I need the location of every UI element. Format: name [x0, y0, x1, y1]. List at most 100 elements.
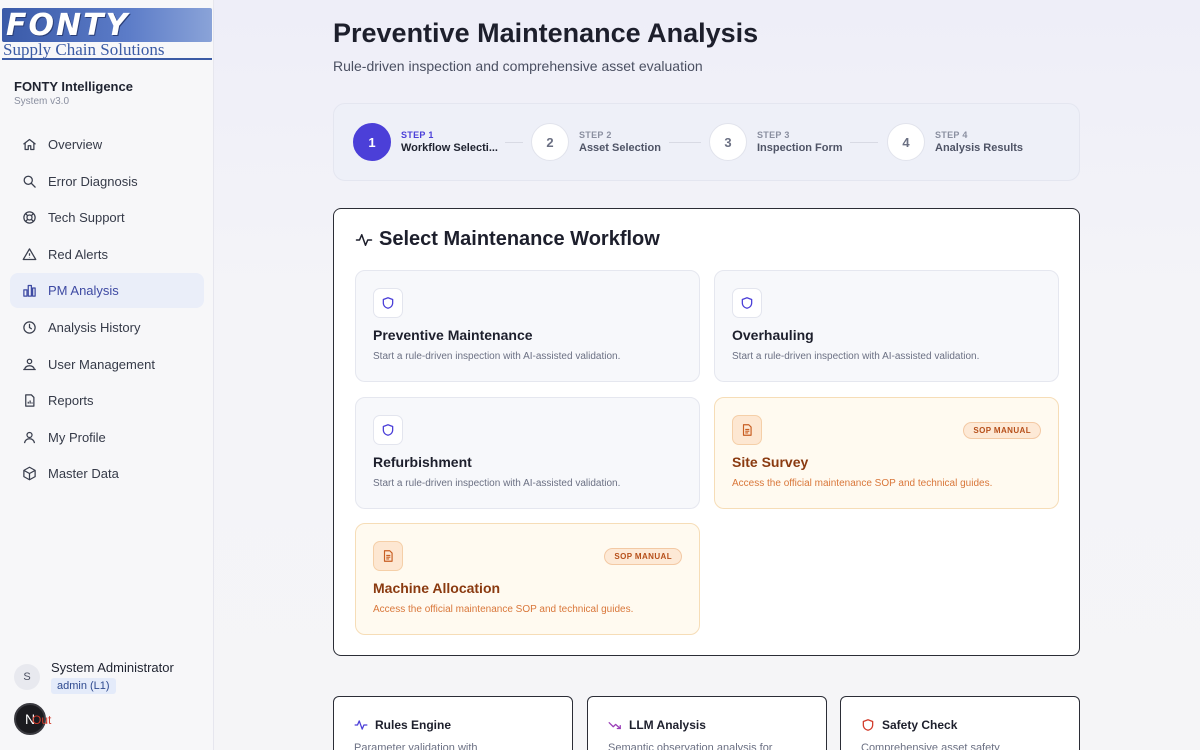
step-label: Asset Selection [579, 142, 661, 154]
shield-icon [861, 718, 875, 732]
feature-card-safety-check: Safety Check Comprehensive asset safety [840, 696, 1080, 750]
sidebar-item-label: Master Data [48, 466, 119, 482]
step-label: Inspection Form [757, 142, 843, 154]
logo-brand: FONTY [6, 7, 130, 43]
step-analysis-results[interactable]: 4 STEP 4 Analysis Results [887, 123, 1023, 161]
feature-card-llm-analysis: LLM Analysis Semantic observation analys… [587, 696, 827, 750]
sop-manual-badge: SOP MANUAL [963, 422, 1041, 439]
option-title: Machine Allocation [373, 580, 501, 596]
step-connector [850, 142, 878, 143]
activity-icon [355, 231, 373, 249]
stepper: 1 STEP 1 Workflow Selecti... 2 STEP 2 As… [333, 103, 1080, 181]
step-inspection-form[interactable]: 3 STEP 3 Inspection Form [709, 123, 843, 161]
bar-chart-icon [21, 283, 37, 299]
option-description: Access the official maintenance SOP and … [373, 604, 634, 615]
sidebar-item-label: Tech Support [48, 210, 125, 226]
sidebar-item-label: Red Alerts [48, 246, 108, 262]
sidebar-item-user-management[interactable]: User Management [10, 347, 204, 382]
page-title: Preventive Maintenance Analysis [333, 18, 759, 48]
sop-manual-badge: SOP MANUAL [604, 548, 682, 565]
step-number: 1 [353, 123, 391, 161]
page-subtitle: Rule-driven inspection and comprehensive… [333, 58, 703, 74]
shield-icon [373, 415, 403, 445]
option-title: Preventive Maintenance [373, 327, 533, 343]
shield-icon [732, 288, 762, 318]
option-title: Overhauling [732, 327, 814, 343]
logo-tagline: Supply Chain Solutions [2, 41, 212, 60]
sign-out-label: Out [32, 712, 52, 727]
step-kicker: STEP 1 [401, 130, 434, 140]
sidebar-item-label: Analysis History [48, 319, 141, 335]
support-icon [21, 210, 37, 226]
step-kicker: STEP 4 [935, 130, 968, 140]
section-title: Select Maintenance Workflow [379, 228, 660, 250]
option-title: Site Survey [732, 454, 809, 470]
step-workflow-selection[interactable]: 1 STEP 1 Workflow Selecti... [353, 123, 498, 161]
sidebar-item-tech-support[interactable]: Tech Support [10, 200, 204, 235]
workflow-option-preventive-maintenance[interactable]: Preventive Maintenance Start a rule-driv… [355, 270, 700, 382]
step-kicker: STEP 2 [579, 130, 612, 140]
sidebar-item-pm-analysis[interactable]: PM Analysis [10, 273, 204, 309]
feature-title: Rules Engine [375, 718, 452, 732]
option-title: Refurbishment [373, 454, 472, 470]
feature-description: Parameter validation with [354, 742, 478, 750]
home-icon [21, 137, 37, 153]
workflow-option-overhauling[interactable]: Overhauling Start a rule-driven inspecti… [714, 270, 1059, 382]
step-number: 4 [887, 123, 925, 161]
feature-description: Semantic observation analysis for [608, 742, 773, 750]
option-description: Start a rule-driven inspection with AI-a… [732, 351, 980, 362]
step-number: 2 [531, 123, 569, 161]
app-name: FONTY Intelligence [14, 79, 133, 94]
shield-icon [373, 288, 403, 318]
feature-title: Safety Check [882, 718, 958, 732]
step-connector [669, 142, 701, 143]
avatar[interactable]: S [14, 664, 40, 690]
box-icon [21, 466, 37, 482]
main-content: Preventive Maintenance Analysis Rule-dri… [214, 0, 1200, 750]
user-role-badge: admin (L1) [51, 678, 116, 694]
sidebar-item-overview[interactable]: Overview [10, 127, 204, 162]
sidebar-item-analysis-history[interactable]: Analysis History [10, 310, 204, 345]
sidebar: FONTY Supply Chain Solutions FONTY Intel… [0, 0, 214, 750]
option-description: Start a rule-driven inspection with AI-a… [373, 478, 621, 489]
user-name: System Administrator [51, 660, 174, 675]
sidebar-item-master-data[interactable]: Master Data [10, 456, 204, 491]
option-description: Start a rule-driven inspection with AI-a… [373, 351, 621, 362]
step-label: Workflow Selecti... [401, 142, 498, 154]
sidebar-item-label: Reports [48, 393, 94, 409]
trend-down-icon [608, 718, 622, 732]
sidebar-item-label: Error Diagnosis [48, 173, 138, 189]
feature-title: LLM Analysis [629, 718, 706, 732]
sidebar-item-red-alerts[interactable]: Red Alerts [10, 237, 204, 272]
sidebar-item-label: Overview [48, 137, 103, 152]
search-icon [21, 173, 37, 189]
clock-icon [21, 319, 37, 335]
step-connector [505, 142, 523, 143]
document-icon [373, 541, 403, 571]
workflow-selection-card: Select Maintenance Workflow Preventive M… [333, 208, 1080, 656]
step-kicker: STEP 3 [757, 130, 790, 140]
company-logo[interactable]: FONTY Supply Chain Solutions [2, 8, 212, 64]
sidebar-item-label: PM Analysis [48, 283, 119, 299]
report-icon [21, 393, 37, 409]
sidebar-item-error-diagnosis[interactable]: Error Diagnosis [10, 164, 204, 199]
option-description: Access the official maintenance SOP and … [732, 478, 993, 489]
app-version: System v3.0 [14, 96, 70, 107]
workflow-option-machine-allocation[interactable]: SOP MANUAL Machine Allocation Access the… [355, 523, 700, 635]
sidebar-item-reports[interactable]: Reports [10, 383, 204, 418]
activity-icon [354, 718, 368, 732]
alert-triangle-icon [21, 246, 37, 262]
workflow-option-refurbishment[interactable]: Refurbishment Start a rule-driven inspec… [355, 397, 700, 509]
document-icon [732, 415, 762, 445]
workflow-option-site-survey[interactable]: SOP MANUAL Site Survey Access the offici… [714, 397, 1059, 509]
step-label: Analysis Results [935, 142, 1024, 154]
sidebar-nav: Overview Error Diagnosis Tech Support Re… [10, 127, 204, 493]
users-icon [21, 356, 37, 372]
sign-out-button[interactable]: N Out [14, 703, 51, 735]
sidebar-item-label: My Profile [48, 429, 106, 445]
user-icon [21, 429, 37, 445]
sidebar-item-label: User Management [48, 356, 155, 372]
feature-description: Comprehensive asset safety [861, 742, 1000, 750]
sidebar-item-my-profile[interactable]: My Profile [10, 420, 204, 455]
step-asset-selection[interactable]: 2 STEP 2 Asset Selection [531, 123, 661, 161]
